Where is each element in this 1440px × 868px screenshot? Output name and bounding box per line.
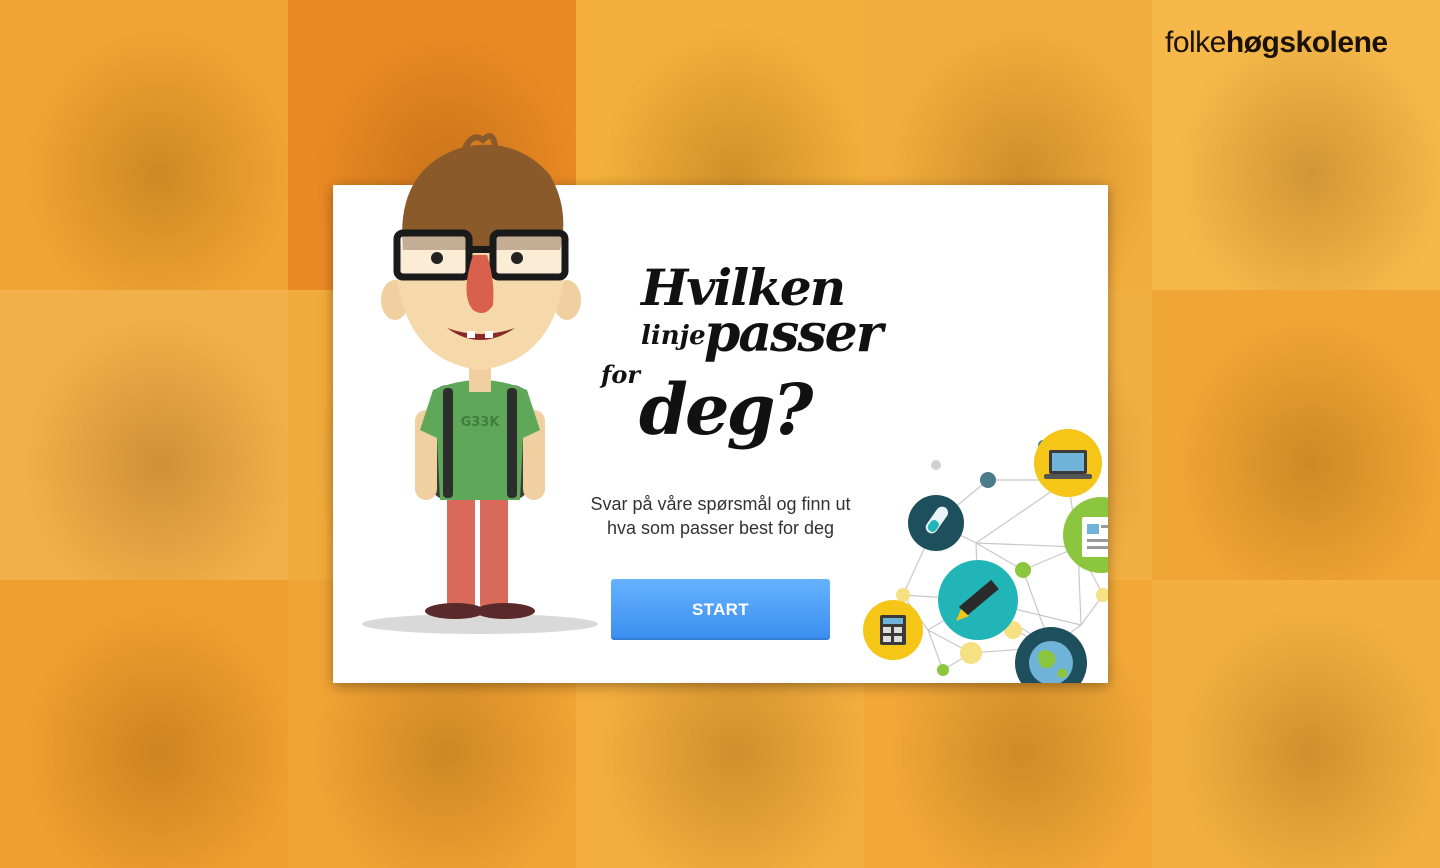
- bg-tile: [0, 0, 288, 290]
- logo-bold-text: høgskolene: [1225, 26, 1388, 59]
- test-tube-icon: [908, 495, 964, 551]
- logo-light-text: folke: [1165, 26, 1226, 59]
- title-word: deg?: [639, 368, 813, 451]
- start-button[interactable]: START: [611, 579, 830, 640]
- laptop-icon: [1034, 429, 1102, 497]
- title-word: for: [601, 360, 640, 389]
- bg-tile: [0, 290, 288, 580]
- bg-tile: [1152, 290, 1440, 580]
- topic-network-illustration: [863, 429, 1108, 683]
- document-icon: [1063, 497, 1108, 573]
- mascot-shadow: [362, 614, 598, 634]
- quiz-subtitle: Svar på våre spørsmål og finn ut hva som…: [590, 494, 851, 538]
- bg-tile: [1152, 580, 1440, 868]
- calculator-icon: [863, 600, 923, 660]
- brand-logo[interactable]: folkehøgskolene: [1165, 26, 1405, 60]
- shirt-text: G33K: [461, 415, 501, 430]
- title-word: linje: [641, 321, 706, 351]
- bg-tile: [0, 580, 288, 868]
- geek-mascot-illustration: G33K: [362, 133, 598, 634]
- title-word: passer: [704, 303, 883, 364]
- pencil-icon: [938, 560, 1018, 640]
